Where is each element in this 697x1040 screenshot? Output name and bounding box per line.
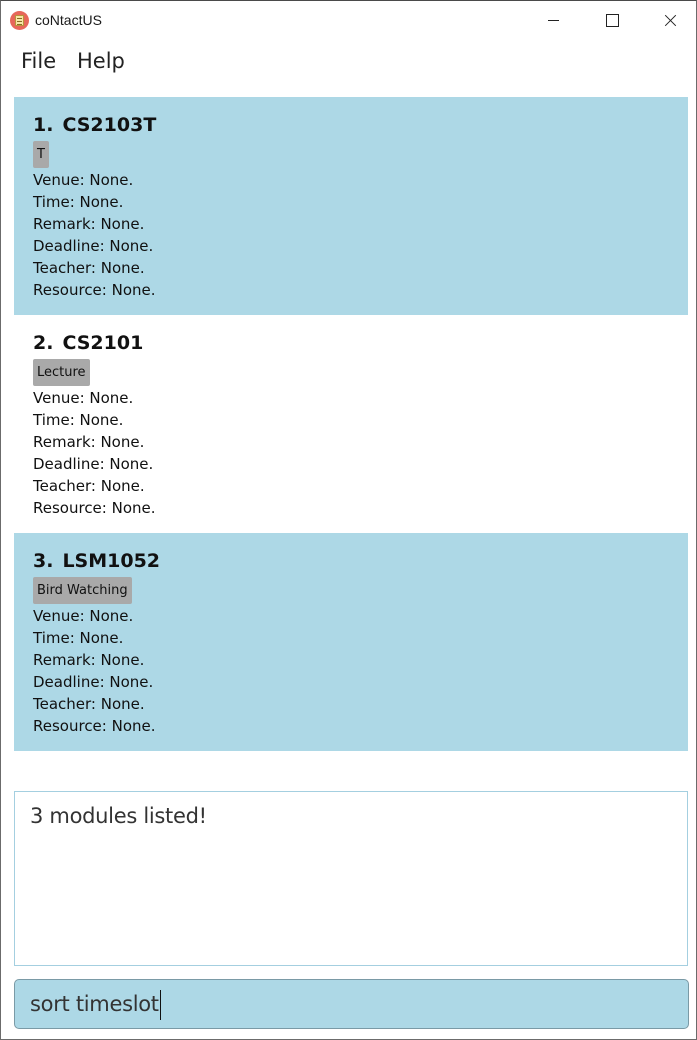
app-window: coNtactUS File Help 1. CS2103T T Venue: N… bbox=[0, 0, 697, 1040]
menu-bar: File Help bbox=[1, 45, 696, 81]
module-venue: Venue: None. bbox=[33, 389, 134, 407]
module-title: 2. CS2101 bbox=[33, 332, 143, 354]
module-resource: Resource: None. bbox=[33, 499, 156, 517]
window-title: coNtactUS bbox=[35, 12, 102, 28]
module-time: Time: None. bbox=[33, 193, 124, 211]
module-tag: Bird Watching bbox=[33, 577, 132, 604]
module-venue: Venue: None. bbox=[33, 171, 134, 189]
module-teacher: Teacher: None. bbox=[33, 477, 145, 495]
module-index: 3. bbox=[33, 550, 54, 572]
module-teacher: Teacher: None. bbox=[33, 259, 145, 277]
module-remark: Remark: None. bbox=[33, 215, 145, 233]
command-text: sort timeslot bbox=[30, 992, 159, 1016]
module-time: Time: None. bbox=[33, 411, 124, 429]
text-caret bbox=[159, 990, 161, 1020]
module-resource: Resource: None. bbox=[33, 717, 156, 735]
command-input[interactable]: sort timeslot bbox=[30, 980, 161, 1028]
result-display[interactable]: 3 modules listed! bbox=[14, 791, 688, 966]
module-time: Time: None. bbox=[33, 629, 124, 647]
module-deadline: Deadline: None. bbox=[33, 237, 154, 255]
module-teacher: Teacher: None. bbox=[33, 695, 145, 713]
module-tag: Lecture bbox=[33, 359, 90, 386]
minimize-button[interactable] bbox=[525, 1, 583, 41]
module-code: CS2101 bbox=[62, 332, 144, 354]
result-message: 3 modules listed! bbox=[30, 804, 207, 828]
module-card[interactable]: 2. CS2101 Lecture Venue: None. Time: None… bbox=[14, 315, 688, 533]
module-venue: Venue: None. bbox=[33, 607, 134, 625]
module-title: 3. LSM1052 bbox=[33, 550, 160, 572]
module-card[interactable]: 1. CS2103T T Venue: None. Time: None. Rem… bbox=[14, 97, 688, 315]
module-remark: Remark: None. bbox=[33, 651, 145, 669]
module-card[interactable]: 3. LSM1052 Bird Watching Venue: None. Tim… bbox=[14, 533, 688, 751]
spreadsheet-app-icon bbox=[10, 11, 29, 30]
title-bar[interactable]: coNtactUS bbox=[1, 1, 696, 41]
menu-file[interactable]: File bbox=[21, 49, 56, 73]
module-deadline: Deadline: None. bbox=[33, 673, 154, 691]
module-code: LSM1052 bbox=[62, 550, 161, 572]
module-deadline: Deadline: None. bbox=[33, 455, 154, 473]
close-button[interactable] bbox=[641, 1, 697, 41]
module-index: 1. bbox=[33, 114, 54, 136]
maximize-button[interactable] bbox=[583, 1, 641, 41]
menu-help[interactable]: Help bbox=[77, 49, 125, 73]
module-index: 2. bbox=[33, 332, 54, 354]
module-code: CS2103T bbox=[62, 114, 157, 136]
module-resource: Resource: None. bbox=[33, 281, 156, 299]
module-remark: Remark: None. bbox=[33, 433, 145, 451]
module-list[interactable]: 1. CS2103T T Venue: None. Time: None. Rem… bbox=[14, 97, 688, 751]
command-box[interactable]: sort timeslot bbox=[14, 979, 689, 1029]
module-tag: T bbox=[33, 141, 49, 168]
module-title: 1. CS2103T bbox=[33, 114, 156, 136]
